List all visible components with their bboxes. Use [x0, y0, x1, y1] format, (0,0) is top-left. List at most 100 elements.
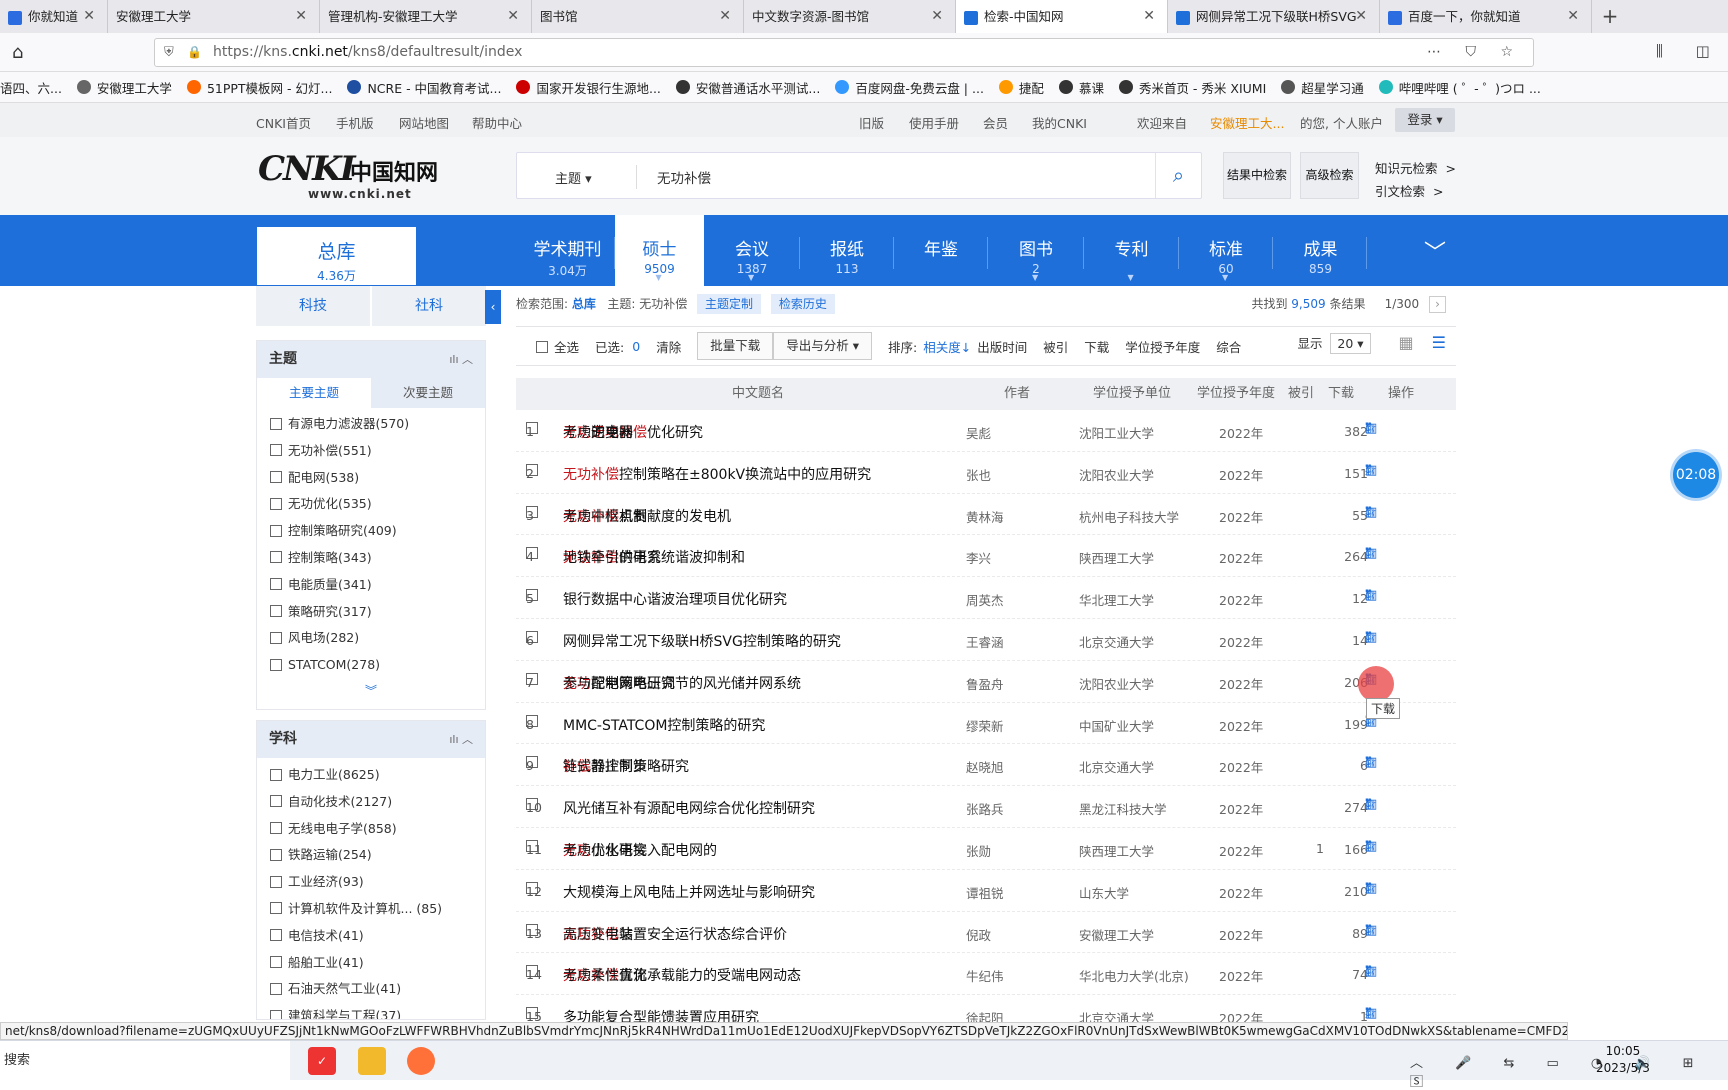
link-member[interactable]: 会员	[983, 113, 1008, 132]
clear-button[interactable]: 清除	[656, 337, 681, 356]
taskbar-search[interactable]: 搜索	[0, 1041, 290, 1081]
chart-toggle-icon[interactable]: ılı ︿	[449, 721, 473, 758]
tab-all-databases[interactable]: 总库 4.36万	[256, 226, 417, 286]
account-text[interactable]: 的您, 个人账户	[1300, 113, 1383, 132]
tab-db-2[interactable]: 会议 1387 ▼	[704, 215, 800, 286]
checkbox[interactable]	[270, 1009, 282, 1019]
sidebar-collapse-button[interactable]: ‹	[485, 290, 501, 324]
browser-tab[interactable]: 中文数字资源-图书馆 ✕	[744, 0, 956, 33]
author-link[interactable]: 鲁盈舟	[966, 674, 1004, 693]
browser-tab[interactable]: 检索-中国知网 ✕	[956, 0, 1168, 33]
cnki-logo[interactable]: CNKI 中国知网 www.cnki.net	[258, 149, 438, 201]
unit-link[interactable]: 黑龙江科技大学	[1079, 799, 1167, 818]
link-old-version[interactable]: 旧版	[859, 113, 884, 132]
url-bar[interactable]: ⛨ 🔒 https://kns.cnki.net/kns8/defaultres…	[154, 38, 1534, 67]
close-icon[interactable]: ✕	[719, 0, 731, 33]
chevron-down-icon[interactable]: ▼	[1128, 273, 1134, 282]
search-icon[interactable]: ⌕	[1155, 153, 1201, 198]
lock-icon[interactable]: 🔒	[187, 39, 202, 66]
close-icon[interactable]: ✕	[295, 0, 307, 33]
bookmark-item[interactable]: 捷配	[998, 78, 1044, 97]
close-icon[interactable]: ✕	[1567, 0, 1579, 33]
checkbox[interactable]	[270, 822, 282, 835]
export-analysis-button[interactable]: 导出与分析 ▾	[773, 332, 872, 360]
facet-item[interactable]: 石油天然气工业(41)	[257, 976, 485, 1003]
select-all-checkbox[interactable]: 全选	[536, 337, 579, 356]
facet-item[interactable]: 工业经济(93)	[257, 869, 485, 896]
unit-link[interactable]: 山东大学	[1079, 883, 1129, 902]
sort-year[interactable]: 学位授予年度	[1125, 337, 1200, 356]
unit-link[interactable]: 沈阳农业大学	[1079, 465, 1154, 484]
unit-link[interactable]: 沈阳工业大学	[1079, 423, 1154, 442]
result-title-link[interactable]: 参与配电网电压调节的风光储并网系统 无功 控制策略研究	[563, 673, 801, 693]
bookmark-item[interactable]: 51PPT模板网 - 幻灯...	[186, 78, 332, 97]
result-title-link[interactable]: 考虑中枢点贡献度的发电机 无功补偿 机制	[563, 506, 731, 526]
tab-db-1[interactable]: 硕士 9509 ▼	[615, 215, 704, 286]
chevron-down-icon[interactable]: ﹀	[1424, 235, 1446, 267]
tab-db-8[interactable]: 成果 859	[1274, 215, 1367, 286]
author-link[interactable]: 缪荣新	[966, 716, 1004, 735]
author-link[interactable]: 周英杰	[966, 590, 1004, 609]
cite-icon[interactable]: ❞	[1365, 505, 1381, 520]
author-link[interactable]: 张勋	[966, 841, 991, 860]
bookmark-item[interactable]: 国家开发银行生源地...	[516, 78, 661, 97]
topic-facet-header[interactable]: 主题 ılı ︿	[257, 341, 485, 378]
facet-item[interactable]: 风电场(282)	[257, 625, 485, 652]
result-title-link[interactable]: 链式静止同步 补偿 器控制策略研究	[563, 756, 689, 776]
facet-item[interactable]: 无功补偿(551)	[257, 438, 485, 465]
chevron-down-icon[interactable]: ▼	[1222, 273, 1228, 282]
unit-link[interactable]: 中国矿业大学	[1079, 716, 1154, 735]
home-icon[interactable]: ⌂	[12, 42, 23, 63]
checkbox[interactable]	[270, 875, 282, 888]
next-page-button[interactable]: ›	[1429, 296, 1446, 313]
cite-icon[interactable]: ❞	[1365, 463, 1381, 478]
advanced-search-button[interactable]: 高级检索	[1300, 152, 1359, 199]
result-title-link[interactable]: 地铁牵引供电系统谐波抑制和 无功补偿 的研究	[563, 547, 745, 567]
tab-secondary-topic[interactable]: 次要主题	[371, 378, 485, 408]
result-title-link[interactable]: 高压变电站 无功补偿 装置安全运行状态综合评价	[563, 924, 787, 944]
bookmark-item[interactable]: NCRE - 中国教育考试...	[347, 78, 501, 97]
clock[interactable]: 10:05 2023/5/3	[1596, 1043, 1650, 1077]
login-button[interactable]: 登录 ▾	[1395, 108, 1455, 132]
facet-item[interactable]: STATCOM(278)	[257, 652, 485, 679]
browser-tab[interactable]: 你就知道 ✕	[0, 0, 108, 33]
link-my-cnki[interactable]: 我的CNKI	[1032, 113, 1087, 132]
shield-icon[interactable]: ⛨	[164, 39, 174, 66]
cite-icon[interactable]: ❞	[1365, 421, 1381, 436]
checkbox[interactable]	[270, 551, 282, 564]
unit-link[interactable]: 沈阳农业大学	[1079, 674, 1154, 693]
link-cnki-home[interactable]: CNKI首页	[256, 113, 311, 132]
bookmark-item[interactable]: 超星学习通	[1281, 78, 1364, 97]
checkbox[interactable]	[270, 471, 282, 484]
link-help[interactable]: 帮助中心	[472, 113, 522, 132]
author-link[interactable]: 吴彪	[966, 423, 991, 442]
cite-icon[interactable]: ❞	[1365, 797, 1381, 812]
checkbox[interactable]	[270, 795, 282, 808]
checkbox[interactable]	[270, 768, 282, 781]
facet-item[interactable]: 控制策略(343)	[257, 545, 485, 572]
page-size-select[interactable]: 20 ▾	[1330, 333, 1371, 354]
cite-icon[interactable]: ❞	[1365, 964, 1381, 979]
tab-social-science[interactable]: 社科	[372, 286, 486, 326]
close-icon[interactable]: ✕	[931, 0, 943, 33]
checkbox[interactable]	[270, 444, 282, 457]
unit-link[interactable]: 北京交通大学	[1079, 632, 1154, 651]
checkbox[interactable]	[270, 848, 282, 861]
tab-db-7[interactable]: 标准 60 ▼	[1179, 215, 1273, 286]
author-link[interactable]: 张路兵	[966, 799, 1004, 818]
facet-item[interactable]: 配电网(538)	[257, 465, 485, 492]
facet-item[interactable]: 自动化技术(2127)	[257, 789, 485, 816]
checkbox[interactable]	[270, 417, 282, 430]
result-title-link[interactable]: 考虑小水电接入配电网的 无功 优化研究	[563, 840, 717, 860]
facet-item[interactable]: 铁路运输(254)	[257, 842, 485, 869]
search-type-select[interactable]: 主题 ▾	[555, 168, 592, 187]
checkbox[interactable]	[270, 658, 282, 671]
search-in-results-button[interactable]: 结果中检索	[1223, 152, 1291, 199]
browser-tab[interactable]: 管理机构-安徽理工大学 ✕	[320, 0, 532, 33]
expand-more-icon[interactable]: ︾	[257, 679, 485, 703]
bookmark-item[interactable]: 秀米首页 - 秀米 XIUMI	[1118, 78, 1266, 97]
tab-db-4[interactable]: 年鉴	[894, 215, 988, 286]
cite-icon[interactable]: ❞	[1365, 881, 1381, 896]
grid-view-icon[interactable]: ▦	[1399, 333, 1414, 352]
facet-item[interactable]: 建筑科学与工程(37)	[257, 1003, 485, 1019]
